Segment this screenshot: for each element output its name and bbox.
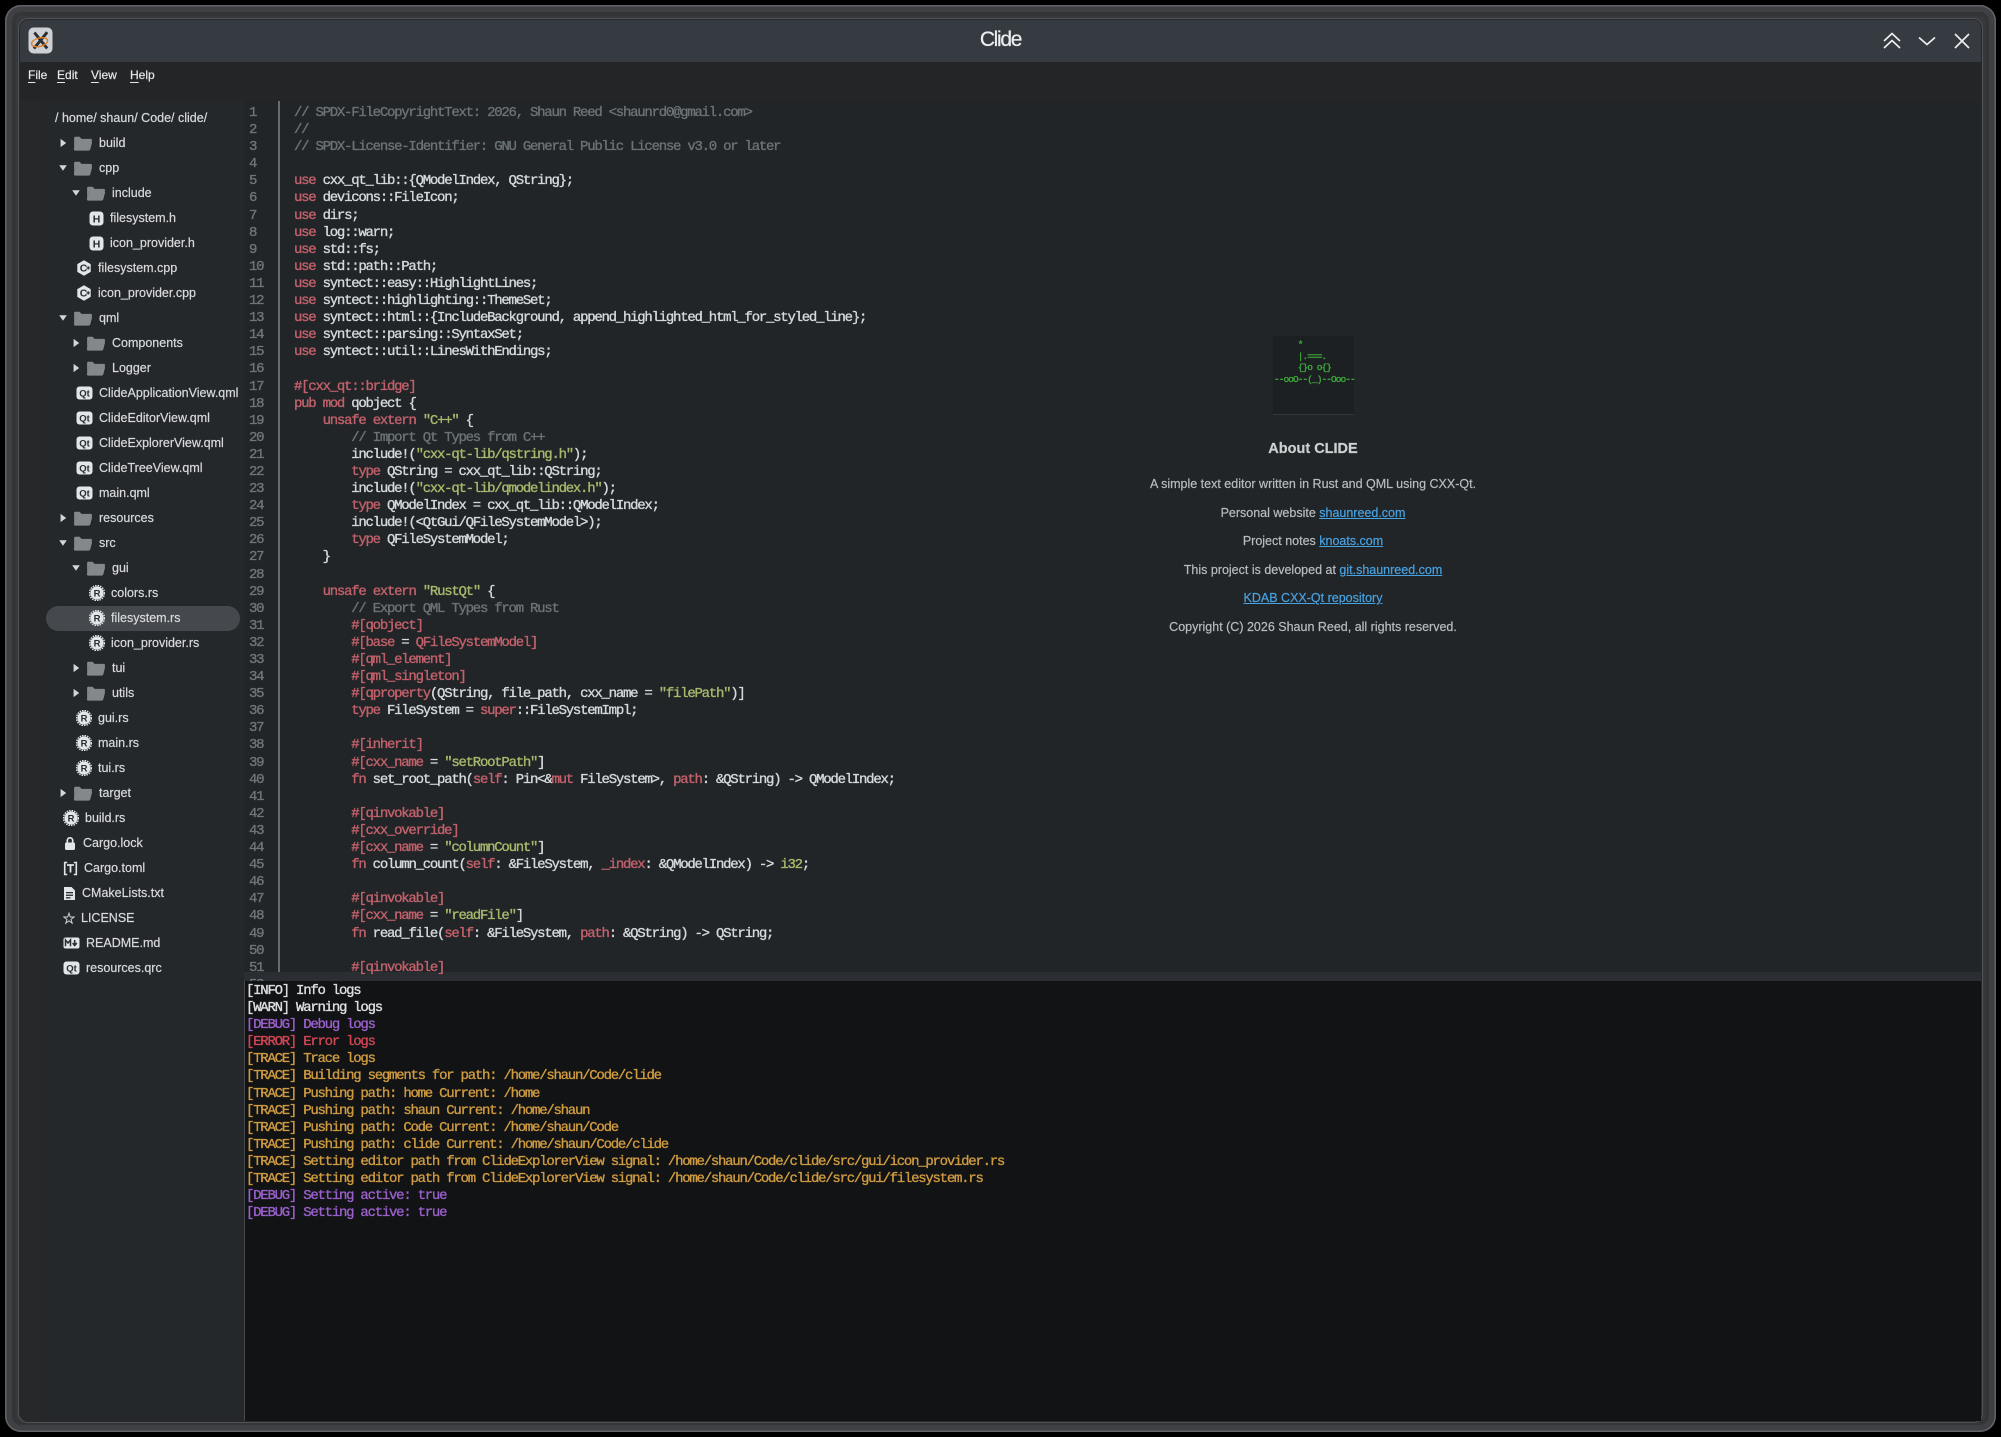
svg-text:H: H	[93, 213, 101, 225]
svg-text:R: R	[81, 739, 88, 750]
svg-text:C: C	[80, 263, 88, 275]
svg-text:Qt: Qt	[79, 489, 90, 500]
svg-text:R: R	[68, 814, 75, 825]
svg-text:Qt: Qt	[66, 964, 77, 975]
svg-text:C: C	[80, 288, 88, 300]
svg-text:Qt: Qt	[79, 389, 90, 400]
svg-text:R: R	[81, 714, 88, 725]
svg-text:Qt: Qt	[79, 439, 90, 450]
svg-text:R: R	[94, 589, 101, 600]
svg-text:Qt: Qt	[79, 464, 90, 475]
svg-text:R: R	[94, 614, 101, 625]
svg-text:H: H	[93, 238, 101, 250]
svg-text:R: R	[94, 639, 101, 650]
svg-text:R: R	[81, 764, 88, 775]
svg-text:Qt: Qt	[79, 414, 90, 425]
